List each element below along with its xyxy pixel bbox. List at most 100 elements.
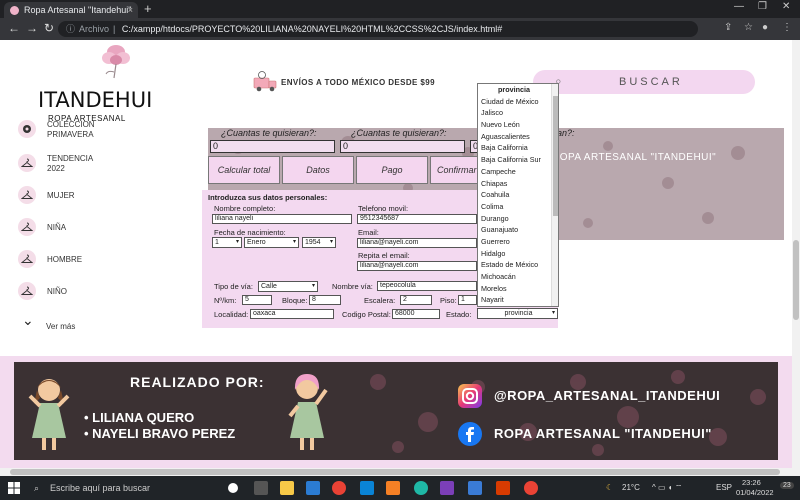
- state-option[interactable]: Michoacán: [478, 271, 558, 283]
- state-option[interactable]: Morelos: [478, 283, 558, 295]
- state-option[interactable]: Campeche: [478, 166, 558, 178]
- state-option[interactable]: Jalisco: [478, 107, 558, 119]
- clock-date[interactable]: 01/04/2022: [736, 488, 774, 497]
- notification-badge[interactable]: 23: [780, 482, 794, 489]
- number-field[interactable]: 5: [242, 295, 272, 305]
- state-option[interactable]: Baja California: [478, 142, 558, 154]
- calculate-total-button[interactable]: Calcular total: [208, 156, 280, 184]
- state-option[interactable]: Baja California Sur: [478, 154, 558, 166]
- email-field[interactable]: liliana@nayeli.com: [357, 238, 477, 248]
- state-option[interactable]: Ciudad de México: [478, 96, 558, 108]
- window-close-icon[interactable]: ✕: [782, 1, 790, 12]
- dropdown-scrollbar[interactable]: [551, 84, 558, 306]
- state-option[interactable]: Guerrero: [478, 236, 558, 248]
- site-logo[interactable]: ITANDEHUI ROPA ARTESANAL: [38, 40, 152, 128]
- tab-title: Ropa Artesanal "Itandehui": [24, 5, 132, 15]
- state-option[interactable]: Aguascalientes: [478, 131, 558, 143]
- zip-label: Codigo Postal:: [342, 310, 391, 319]
- app-icon[interactable]: [414, 481, 428, 495]
- email-repeat-field[interactable]: liliana@nayeli.com: [357, 261, 477, 271]
- stair-field[interactable]: 2: [400, 295, 432, 305]
- state-option[interactable]: Coahuila: [478, 189, 558, 201]
- instagram-icon[interactable]: [458, 384, 482, 408]
- vscode-icon[interactable]: [360, 481, 374, 495]
- minimize-icon[interactable]: —: [734, 1, 744, 12]
- language-indicator[interactable]: ESP: [716, 483, 732, 492]
- birth-month-select[interactable]: Enero ▾: [244, 237, 299, 248]
- widgets-icon[interactable]: [254, 481, 268, 495]
- state-option[interactable]: Chiapas: [478, 178, 558, 190]
- made-by-label: REALIZADO POR:: [130, 374, 265, 390]
- instagram-handle[interactable]: @ROPA_ARTESANAL_ITANDEHUI: [494, 388, 720, 403]
- page-vertical-scrollbar[interactable]: [792, 40, 800, 468]
- task-view-icon[interactable]: [228, 483, 238, 493]
- birth-year-select[interactable]: 1954 ▾: [302, 237, 336, 248]
- email-repeat-label: Repita el email:: [358, 251, 410, 260]
- block-label: Bloque:: [282, 296, 308, 305]
- qty-label-1: ¿Cuantas te quisieran?:: [221, 128, 317, 138]
- floor-field[interactable]: 1: [458, 295, 477, 305]
- windows-taskbar: ⌕ Escribe aquí para buscar ☾ 21°C ^ ▭ ◖ …: [0, 476, 800, 500]
- block-field[interactable]: 8: [309, 295, 341, 305]
- chrome-icon[interactable]: [332, 481, 346, 495]
- xampp-icon[interactable]: [386, 481, 400, 495]
- share-icon[interactable]: ⇪: [724, 22, 732, 33]
- phone-label: Telefono movil:: [358, 204, 409, 213]
- windows-start-icon[interactable]: [8, 482, 20, 494]
- word-icon[interactable]: [468, 481, 482, 495]
- close-tab-icon[interactable]: ×: [128, 2, 133, 18]
- state-option[interactable]: Hidalgo: [478, 248, 558, 260]
- name-field[interactable]: liliana nayeli: [212, 214, 352, 224]
- office-icon[interactable]: [496, 481, 510, 495]
- birthdate-label: Fecha de nacimiento:: [214, 228, 286, 237]
- maximize-icon[interactable]: ❐: [758, 1, 767, 12]
- bookmark-star-icon[interactable]: ☆: [744, 22, 753, 33]
- qty-input-1[interactable]: 0: [210, 140, 335, 153]
- birth-day-select[interactable]: 1 ▾: [212, 237, 242, 248]
- road-type-select[interactable]: Calle ▾: [258, 281, 318, 292]
- state-option[interactable]: Nuevo León: [478, 119, 558, 131]
- facebook-icon[interactable]: [458, 422, 482, 446]
- clock-time[interactable]: 23:26: [742, 478, 761, 487]
- state-option[interactable]: Colima: [478, 201, 558, 213]
- browser-tab[interactable]: Ropa Artesanal "Itandehui" ×: [4, 2, 138, 18]
- tray-icons[interactable]: ^ ▭ ◖ ⌔: [652, 483, 682, 493]
- mail-icon[interactable]: [306, 481, 320, 495]
- state-option[interactable]: Guanajuato: [478, 224, 558, 236]
- state-select[interactable]: provincia ▾: [477, 308, 558, 319]
- chrome-window-icon[interactable]: [524, 481, 538, 495]
- weather-temp[interactable]: 21°C: [622, 483, 640, 492]
- state-option[interactable]: Durango: [478, 213, 558, 225]
- payment-button[interactable]: Pago: [356, 156, 428, 184]
- road-name-field[interactable]: tepeocolula: [377, 281, 477, 291]
- city-field[interactable]: oaxaca: [250, 309, 334, 319]
- state-option[interactable]: Estado de México: [478, 259, 558, 271]
- page-horizontal-scrollbar[interactable]: [0, 468, 800, 476]
- state-option[interactable]: provincia: [478, 84, 558, 96]
- back-icon[interactable]: ←: [8, 21, 20, 35]
- new-tab-button[interactable]: +: [144, 1, 152, 16]
- phone-field[interactable]: 9512345687: [357, 214, 477, 224]
- state-dropdown-list[interactable]: provincia Ciudad de México Jalisco Nuevo Le…: [477, 83, 559, 307]
- visual-studio-icon[interactable]: [440, 481, 454, 495]
- chevron-down-icon: ▾: [551, 310, 555, 316]
- confirm-order-button[interactable]: Confirmar pedido: [430, 156, 480, 184]
- address-bar[interactable]: ⓘ Archivo | C:/xampp/htdocs/PROYECTO%20LIL…: [58, 21, 698, 37]
- state-option[interactable]: Nayarit: [478, 294, 558, 306]
- taskbar-search[interactable]: ⌕ Escribe aquí para buscar: [30, 480, 200, 496]
- menu-icon[interactable]: ⋮: [782, 22, 792, 33]
- state-option[interactable]: Oaxaca: [478, 306, 558, 307]
- truck-icon: [253, 71, 277, 92]
- web-page: ITANDEHUI ROPA ARTESANAL ENVÍOS A TODO M…: [0, 40, 792, 468]
- qty-input-2[interactable]: 0: [340, 140, 465, 153]
- forward-icon[interactable]: →: [26, 21, 38, 35]
- facebook-page[interactable]: ROPA ARTESANAL "ITANDEHUI": [494, 426, 712, 441]
- profile-icon[interactable]: ●: [762, 22, 768, 33]
- brand-name: ITANDEHUI: [38, 88, 153, 112]
- sidebar-item-label: COLECCION PRIMAVERA: [47, 120, 95, 139]
- zip-field[interactable]: 68000: [392, 309, 440, 319]
- file-explorer-icon[interactable]: [280, 481, 294, 495]
- search-bar[interactable]: ⌕ BUSCAR: [533, 70, 755, 94]
- personal-data-button[interactable]: Datos personales: [282, 156, 354, 201]
- reload-icon[interactable]: ↻: [44, 21, 54, 35]
